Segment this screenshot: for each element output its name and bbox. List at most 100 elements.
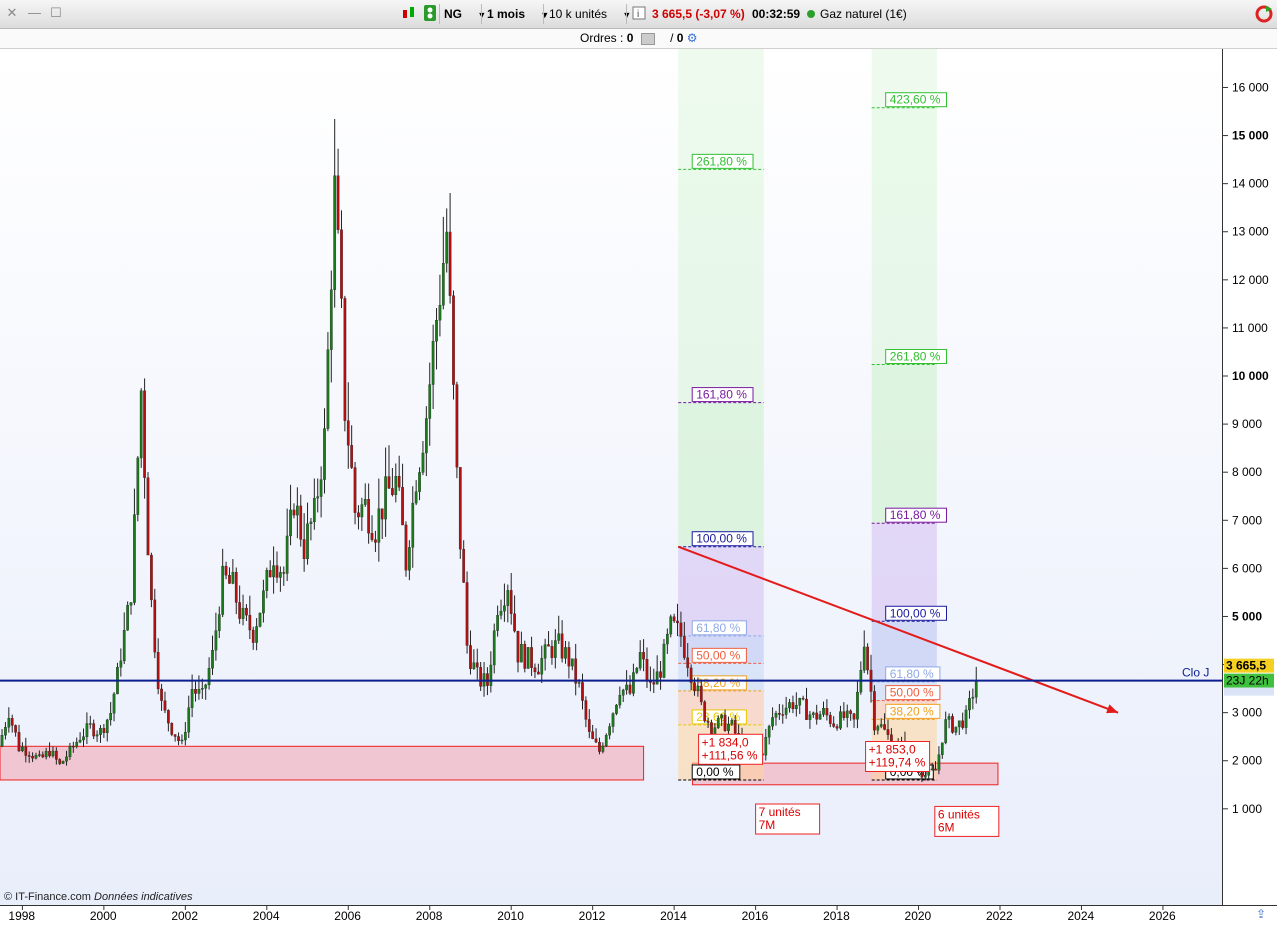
trade-annotation: +1 853,0+119,74 % (865, 740, 931, 772)
candle (299, 494, 303, 547)
y-axis-canvas: 1 0002 0003 0004 0005 0006 0007 0008 000… (1223, 80, 1274, 816)
candle-body (119, 660, 123, 668)
gear-icon[interactable]: ⚙ (687, 31, 698, 45)
candle (329, 270, 333, 383)
indicator-icon[interactable] (423, 4, 437, 24)
candle (557, 615, 561, 644)
info-icon[interactable]: i (632, 4, 646, 24)
candle (615, 704, 618, 716)
candle (411, 486, 415, 568)
candle-body (506, 590, 510, 606)
candle (570, 658, 574, 671)
candle (340, 210, 343, 309)
candle (204, 683, 208, 700)
fib-level-label: 100,00 % (696, 532, 747, 546)
maximize-icon[interactable]: ☐ (50, 6, 62, 19)
y-tick-label: 1 000 (1232, 802, 1262, 816)
candle-body (428, 384, 432, 419)
candle (391, 467, 394, 497)
candle (822, 701, 825, 717)
refresh-icon[interactable] (1254, 4, 1274, 24)
candle (798, 697, 802, 715)
candle (964, 705, 968, 735)
candle (224, 561, 228, 580)
candle-body (275, 565, 279, 578)
close-icon[interactable]: ✕ (6, 6, 18, 19)
candle-body (438, 305, 442, 321)
candle-body (82, 736, 85, 741)
candle-body (530, 647, 533, 668)
svg-text:i: i (637, 9, 639, 20)
annotation-text: +1 853,0 (869, 742, 916, 756)
candle-body (537, 671, 540, 675)
candle-body (543, 644, 547, 659)
minimize-icon[interactable]: — (28, 6, 41, 19)
candlestick-type-icon[interactable] (400, 4, 418, 24)
candle-body (604, 734, 608, 747)
candle (143, 378, 146, 499)
candle (221, 548, 225, 618)
candle (156, 638, 160, 695)
candle-body (951, 716, 954, 733)
candle-body (611, 713, 615, 727)
candle-body (190, 688, 194, 708)
candle (333, 119, 337, 308)
candle-body (285, 535, 289, 574)
y-tick-label: 11 000 (1232, 321, 1268, 335)
candle (665, 628, 669, 654)
autoscale-icon[interactable]: ⇪ (1256, 907, 1266, 921)
candle (418, 467, 421, 501)
candle-body (319, 479, 323, 497)
candle-body (207, 668, 211, 686)
candle-body (160, 688, 163, 701)
axis-corner[interactable]: ⇪ (1222, 905, 1277, 923)
candle-body (268, 570, 272, 578)
candle (207, 657, 211, 690)
countdown-text: 23J 22h (1226, 674, 1269, 688)
candle-body (408, 547, 411, 571)
candle-body (801, 698, 805, 700)
candle (496, 605, 499, 637)
candle-body (472, 662, 476, 669)
candle-body (431, 341, 435, 385)
candle (272, 546, 275, 594)
chart-area[interactable]: 0,00 % 23,60 % 38,20 % 50,00 % 61,80 % 100,00… (0, 49, 1222, 905)
candle (482, 662, 486, 697)
candle-body (299, 505, 303, 540)
units-select[interactable]: 10 k unités ▼ (549, 4, 631, 24)
candle-body (150, 554, 153, 601)
candle-body (143, 390, 146, 478)
candle (146, 472, 150, 556)
candle (781, 704, 785, 724)
units-label: 10 k unités (549, 7, 608, 21)
y-tick-label: 2 000 (1232, 754, 1262, 768)
candle-body (126, 605, 129, 631)
candle-body (109, 713, 113, 721)
candle-body (723, 714, 727, 731)
x-tick-label: 2010 (497, 909, 524, 923)
candle-body (479, 666, 483, 687)
candle-body (343, 298, 347, 421)
candle-body (547, 644, 550, 647)
candle-body (703, 701, 707, 722)
period-select[interactable]: 1 mois ▼ (487, 4, 549, 24)
fib-level-label: 38,20 % (696, 676, 740, 690)
trade-annotation: 6 unités6M (934, 805, 1000, 837)
y-axis[interactable]: 1 0002 0003 0004 0005 0006 0007 0008 000… (1222, 49, 1277, 905)
candle-body (48, 751, 51, 757)
candle-body (489, 664, 493, 686)
candle (452, 290, 455, 400)
candle-body (845, 710, 849, 718)
candle-body (326, 349, 330, 429)
orders-icon[interactable] (640, 32, 655, 45)
candle (112, 692, 116, 722)
candle-body (564, 647, 567, 659)
candle (370, 515, 374, 542)
symbol-select[interactable]: NG ▼ (444, 4, 486, 24)
x-axis[interactable]: 1998 2000 2002 2004 2006 2008 2010 2012 2014 2016… (0, 905, 1222, 923)
candle-body (88, 723, 92, 725)
candle (428, 362, 432, 446)
chart-canvas[interactable]: 0,00 %23,60 %38,20 %50,00 %61,80 %100,00… (0, 49, 1222, 905)
candle-body (825, 708, 829, 716)
annotation-text: 7M (759, 818, 776, 832)
